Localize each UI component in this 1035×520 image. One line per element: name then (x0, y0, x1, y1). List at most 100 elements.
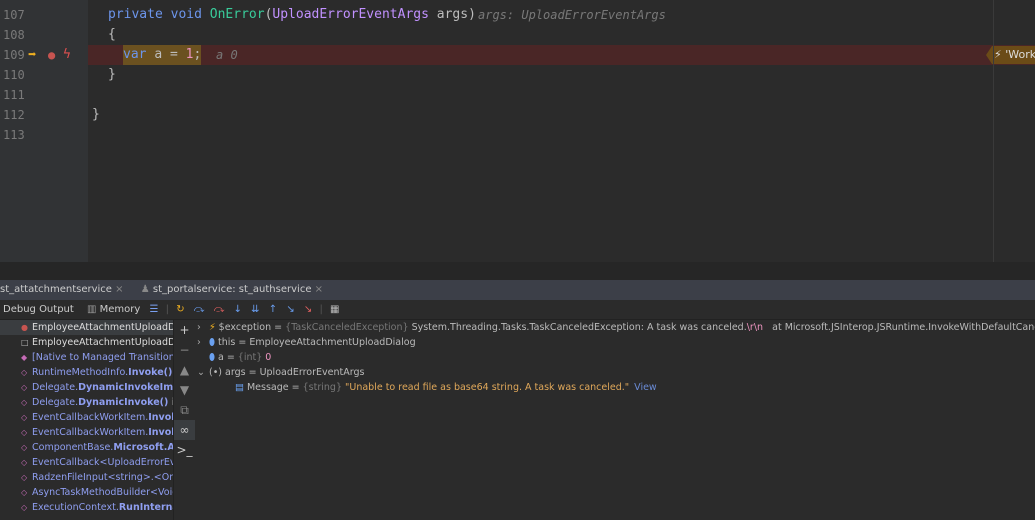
variable-icon: ⬮ (209, 352, 215, 363)
frame-label-part: DynamicInvokeImpl() (78, 382, 175, 393)
code-token: UploadErrorEventArgs (272, 7, 429, 22)
memory-tab[interactable]: ▥ Memory (87, 304, 140, 315)
variable-icon: ⬮ (209, 337, 215, 348)
frame-icon: ◇ (21, 395, 27, 410)
breakpoint-icon[interactable]: ● (48, 45, 55, 65)
code-line[interactable]: 108{ (0, 25, 1035, 45)
close-icon[interactable]: × (115, 284, 123, 295)
frame-label: EventCallbackWorkItem.InvokeAsync (32, 412, 175, 423)
frame-label-part: EventCallbackWorkItem. (32, 427, 148, 438)
debug-output-tab[interactable]: Debug Output (3, 304, 74, 315)
show-watches-icon[interactable]: ∞ (174, 420, 195, 440)
expand-arrow-icon[interactable]: › (197, 335, 209, 350)
variable-type: {string} (303, 382, 342, 393)
line-number: 110 (3, 65, 25, 85)
threads-icon[interactable]: ☰ (150, 304, 159, 315)
remove-watch-icon[interactable]: − (174, 340, 195, 360)
variable-icon: ⚡ (209, 322, 216, 333)
variable-row[interactable]: ▤Message = {string} "Unable to read file… (195, 380, 1035, 395)
step-into-icon[interactable]: ↓ (234, 304, 242, 315)
step-over-icon[interactable]: ⤼ (194, 304, 205, 315)
stack-frame[interactable]: ◇RadzenFileInput<string>.<OnChange (0, 470, 175, 485)
frame-label: RadzenFileInput<string>.<OnChange (32, 472, 175, 483)
frame-label-part: EmployeeAttachmentUploadDialog. (32, 337, 175, 348)
force-step-into-icon[interactable]: ⇊ (251, 304, 259, 315)
stack-frame[interactable]: ◇AsyncTaskMethodBuilder<VoidTask (0, 485, 175, 500)
code-line[interactable]: 111 (0, 85, 1035, 105)
stack-frame[interactable]: ◇ComponentBase.Microsoft.AspNet (0, 440, 175, 455)
stack-frame[interactable]: ◇RuntimeMethodInfo.Invoke() in System (0, 365, 175, 380)
frame-label-part: DynamicInvoke() (78, 397, 168, 408)
frame-label-part: Delegate. (32, 382, 78, 393)
frame-label-part: EventCallback<UploadErrorEventArgs (32, 457, 175, 468)
stack-frame[interactable]: ◇ EventCallback<UploadErrorEventArgs (0, 455, 175, 470)
code-token: private (108, 7, 171, 22)
code-line[interactable]: 112} (0, 105, 1035, 125)
move-down-icon[interactable]: ▼ (174, 380, 195, 400)
frame-label: EmployeeAttachmentUploadDialog. (32, 337, 175, 348)
stack-frame[interactable]: □EmployeeAttachmentUploadDialog. (0, 335, 175, 350)
add-watch-icon[interactable]: + (174, 320, 195, 340)
frame-label-part: RuntimeMethodInfo. (32, 367, 128, 378)
right-margin-guide (993, 0, 994, 262)
stack-frame[interactable]: ◇Delegate.DynamicInvoke() in System (0, 395, 175, 410)
evaluate-expression-icon[interactable]: ▦ (330, 304, 339, 315)
force-run-to-cursor-icon[interactable]: ↘ (304, 304, 312, 315)
frame-label-part: InvokeAsync (148, 412, 175, 423)
expand-arrow-icon[interactable]: ⌄ (197, 365, 209, 380)
frame-icon: ◇ (21, 380, 27, 395)
duplicate-icon[interactable]: ⧉ (174, 400, 195, 420)
code-line[interactable]: 113 (0, 125, 1035, 145)
stack-frame[interactable]: ●EmployeeAttachmentUploadDialog. (0, 320, 175, 335)
stack-frame[interactable]: ◇Delegate.DynamicInvokeImpl() in System (0, 380, 175, 395)
run-to-cursor-icon[interactable]: ↘ (286, 304, 294, 315)
variable-row[interactable]: ›⚡$exception = {TaskCanceledException} S… (195, 320, 1035, 335)
step-out-icon[interactable]: ↑ (269, 304, 277, 315)
variable-type: {int} (238, 352, 262, 363)
view-link[interactable]: View (634, 382, 657, 393)
show-execution-point-icon[interactable]: ↻ (176, 304, 184, 315)
code-line[interactable]: 110} (0, 65, 1035, 85)
code-editor[interactable]: 107private void OnError(UploadErrorEvent… (0, 0, 1035, 262)
code-token: ; (193, 47, 201, 62)
frame-icon: □ (21, 335, 29, 350)
stack-frame[interactable]: ◇ EventCallbackWorkItem.InvokeAsync (0, 425, 175, 440)
variable-equals: = (246, 367, 260, 378)
variable-row[interactable]: ⌄(•)args = UploadErrorEventArgs (195, 365, 1035, 380)
frame-label: RuntimeMethodInfo.Invoke() in System (32, 367, 175, 378)
thread-badge-label: 'Work (1005, 48, 1035, 61)
frame-icon: ◇ (21, 455, 27, 470)
frame-label-part: InvokeAsync (148, 427, 175, 438)
frame-label-part: EventCallbackWorkItem. (32, 412, 148, 423)
code-token: var (123, 47, 154, 62)
variable-row[interactable]: ⬮a = {int} 0 (195, 350, 1035, 365)
inline-value-hint: a 0 (216, 45, 238, 65)
variables-side-toolbar: + − ▲ ▼ ⧉ ∞ >_ (173, 320, 195, 520)
force-step-over-icon[interactable]: ⤼ (214, 304, 225, 315)
variable-value: "Unable to read file as base64 string. A… (342, 382, 629, 393)
stack-frame[interactable]: ◇EventCallbackWorkItem.InvokeAsync (0, 410, 175, 425)
frame-label: ComponentBase.Microsoft.AspNet (32, 442, 175, 453)
move-up-icon[interactable]: ▲ (174, 360, 195, 380)
frame-label-part: Invoke() (128, 367, 172, 378)
splitter[interactable] (0, 262, 1035, 280)
console-icon[interactable]: >_ (174, 440, 195, 460)
expand-arrow-icon[interactable]: › (197, 320, 209, 335)
close-icon[interactable]: × (315, 284, 323, 295)
tab-attachmentservice[interactable]: st_attatchmentservice × (0, 284, 124, 295)
execution-point-icon: ➡ (28, 45, 36, 65)
escape-sequence: \r\n (747, 322, 763, 333)
frame-icon: ◇ (21, 425, 27, 440)
code-text: { (108, 25, 116, 45)
stack-frame[interactable]: ◆[Native to Managed Transition] (0, 350, 175, 365)
debug-session-tabs: st_attatchmentservice × ♟ st_portalservi… (0, 280, 1035, 300)
variable-value: 0 (262, 352, 271, 363)
debug-toolbar: Debug Output ▥ Memory ☰ | ↻ ⤼ ⤼ ↓ ⇊ ↑ ↘ … (0, 300, 1035, 320)
tab-portalservice[interactable]: ♟ st_portalservice: st_authservice × (141, 284, 323, 295)
code-line[interactable]: 107private void OnError(UploadErrorEvent… (0, 5, 1035, 25)
line-number: 109 (3, 45, 25, 65)
variable-row[interactable]: ›⬮this = EmployeeAttachmentUploadDialog (195, 335, 1035, 350)
code-text: } (92, 105, 100, 125)
code-line[interactable]: 109var a = 1;a 0➡●ϟ⚡ 'Work (88, 45, 1035, 65)
stack-frame[interactable]: ◇ExecutionContext.RunInternal() in S (0, 500, 175, 515)
